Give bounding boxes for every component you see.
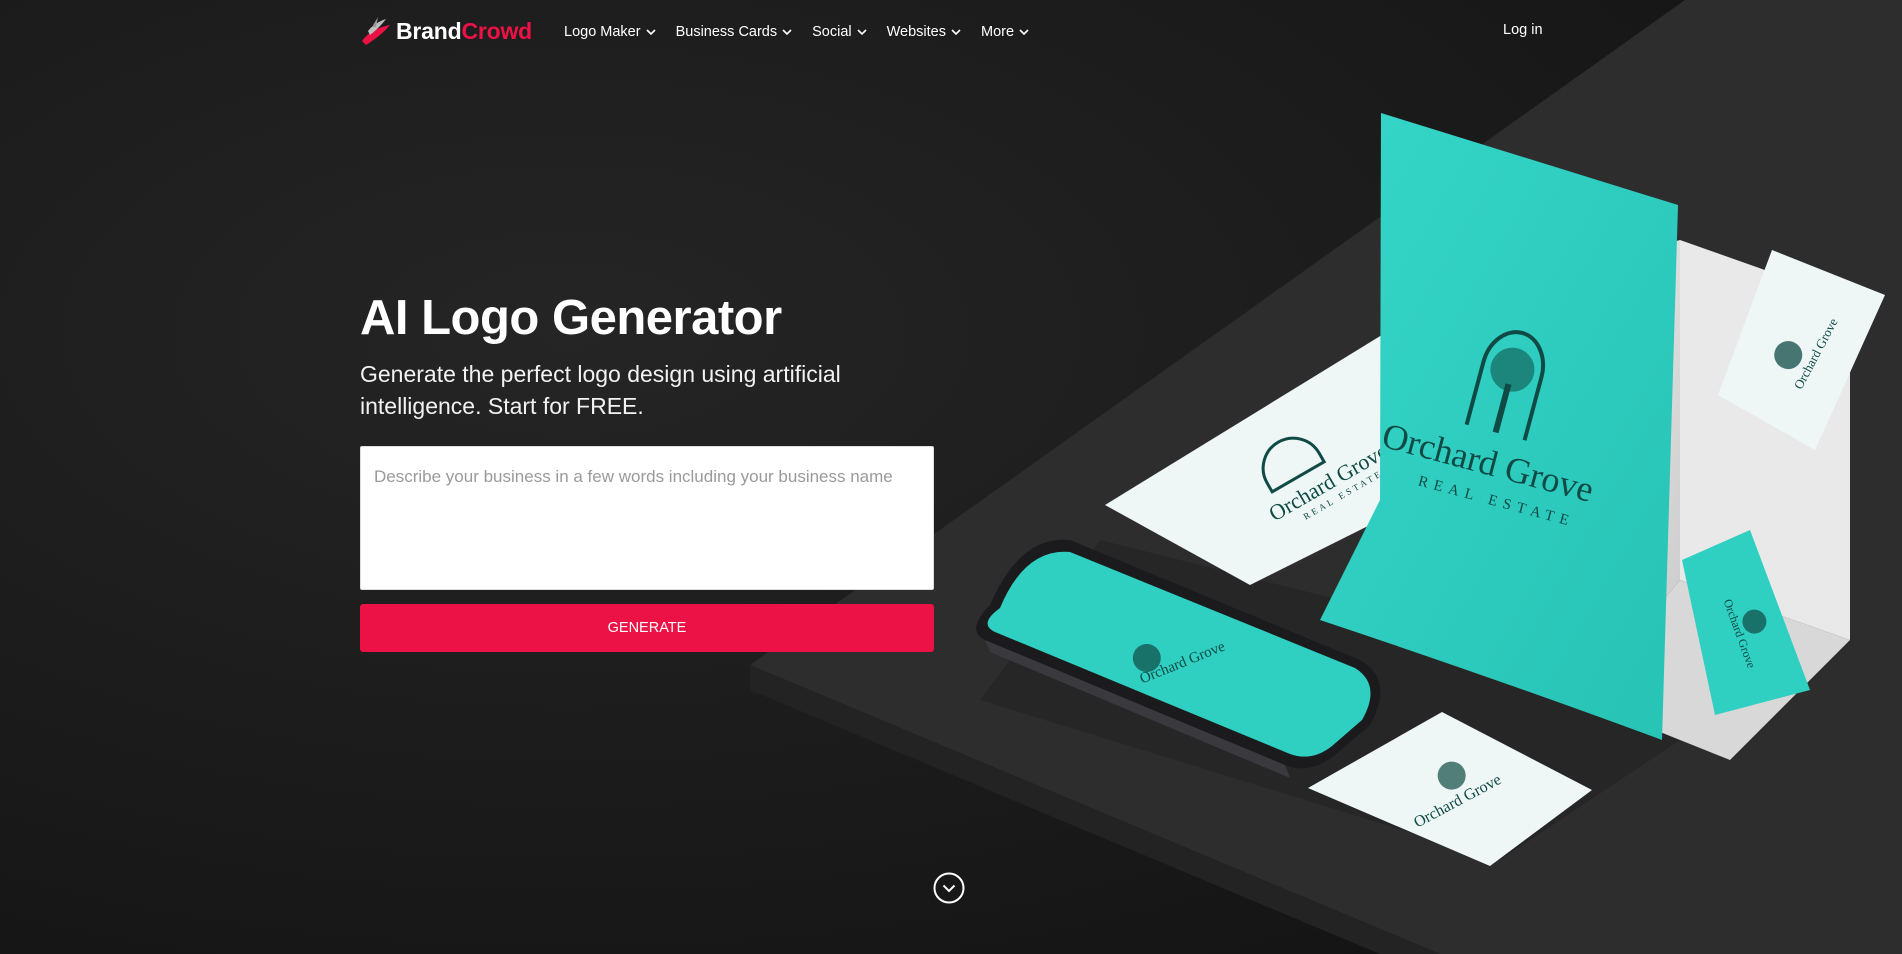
generate-button[interactable]: GENERATE [360,604,934,652]
brand-logo[interactable]: BrandCrowd [360,17,532,45]
login-link[interactable]: Log in [1503,22,1543,38]
business-description-input[interactable] [360,446,934,590]
chevron-down-icon [951,28,961,35]
nav-item-label: Logo Maker [564,24,641,40]
nav-item-social[interactable]: Social [812,24,867,40]
nav-item-label: Business Cards [675,24,778,40]
chevron-down-icon [646,28,656,35]
nav-item-label: Websites [886,24,946,40]
hero-section: AI Logo Generator Generate the perfect l… [360,288,934,422]
top-navigation: BrandCrowd Logo Maker Business Cards Soc… [0,0,1902,64]
hero-background: Orchard Grove REAL ESTATE Orchard Grove … [0,0,1902,954]
brandcrowd-logo-icon [362,17,390,45]
nav-item-logo-maker[interactable]: Logo Maker [564,24,656,40]
chevron-down-icon [1019,28,1029,35]
main-menu: Logo Maker Business Cards Social Website… [564,0,1049,64]
chevron-down-icon [857,28,867,35]
nav-item-label: More [981,24,1015,40]
chevron-circle-down-icon[interactable] [933,872,965,904]
brand-name: BrandCrowd [396,17,533,44]
page-title: AI Logo Generator [360,291,782,345]
page-subtitle: Generate the perfect logo design using a… [360,361,841,419]
nav-item-more[interactable]: More [981,24,1029,40]
nav-item-websites[interactable]: Websites [887,24,961,40]
chevron-down-icon [782,28,792,35]
nav-item-business-cards[interactable]: Business Cards [676,24,793,40]
nav-item-label: Social [812,24,852,40]
